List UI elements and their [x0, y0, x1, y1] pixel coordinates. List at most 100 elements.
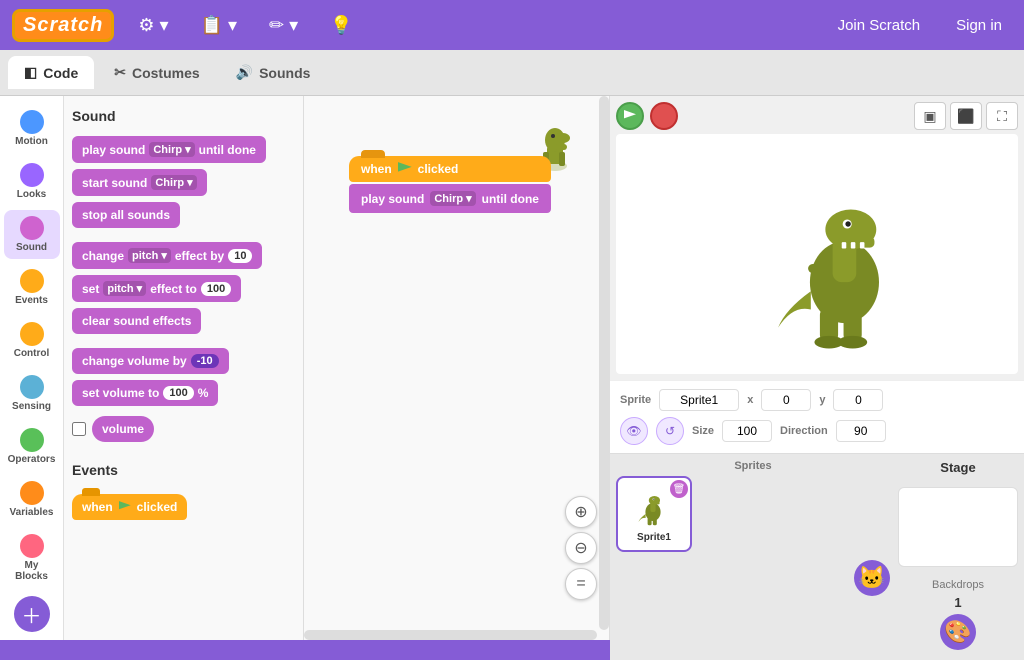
when-text: when — [82, 500, 113, 514]
set-pitch-block[interactable]: set pitch ▾ effect to 100 — [72, 275, 241, 302]
sensing-dot — [20, 375, 44, 399]
sprite-delete-button[interactable]: 🗑 — [670, 480, 688, 498]
direction-label: Direction — [780, 425, 828, 437]
sidebar-label-operators: Operators — [8, 454, 56, 465]
sidebar-item-sound[interactable]: Sound — [4, 210, 60, 259]
play-sound-script-block[interactable]: play sound Chirp ▾ until done — [349, 184, 551, 213]
change-pitch-block[interactable]: change pitch ▾ effect by 10 — [72, 242, 262, 269]
events-dot — [20, 269, 44, 293]
v-scrollbar[interactable] — [599, 96, 609, 630]
sprite-name-row: Sprite x y — [620, 389, 1014, 411]
block-text-set-vol: set volume to — [82, 386, 159, 400]
sprite1-thumb[interactable]: 🗑 — [616, 476, 692, 552]
sprite-direction-input[interactable] — [836, 420, 886, 442]
rotate-button[interactable]: ↺ — [656, 417, 684, 445]
sprite-y-input[interactable] — [833, 389, 883, 411]
tab-code[interactable]: ◧ Code — [8, 56, 94, 89]
fullscreen-button[interactable]: ⛶ — [986, 102, 1018, 130]
sidebar-item-variables[interactable]: Variables — [4, 475, 60, 524]
sprite-thumb-icon — [632, 486, 676, 530]
stage-section: ▣ ⬛ ⛶ — [609, 96, 1024, 640]
volume-reporter-label: volume — [102, 422, 144, 436]
when-flag-clicked-hat[interactable]: when clicked — [349, 156, 551, 182]
sidebar-item-looks[interactable]: Looks — [4, 157, 60, 206]
volume-change-value[interactable]: -10 — [191, 354, 219, 368]
code-area[interactable]: when clicked play sound Chirp ▾ until do… — [304, 96, 609, 640]
code-tab-label: Code — [43, 65, 78, 81]
main-area: Motion Looks Sound Events Control Sensin… — [0, 96, 1024, 640]
sidebar-label-variables: Variables — [10, 507, 54, 518]
block-text-change-vol: change volume by — [82, 354, 187, 368]
edit-button[interactable]: ✏ ▾ — [261, 11, 306, 40]
tab-bar: ◧ Code ✂ Costumes 🔊 Sounds — [0, 50, 1024, 96]
block-text-until-done: until done — [199, 143, 256, 157]
sidebar-item-operators[interactable]: Operators — [4, 422, 60, 471]
sidebar-item-myblocks[interactable]: My Blocks — [4, 528, 60, 588]
play-text: play sound — [361, 192, 424, 206]
fit-screen-button[interactable]: = — [565, 568, 597, 600]
stage-view-buttons: ▣ ⬛ ⛶ — [914, 102, 1018, 130]
volume-value[interactable]: 100 — [163, 386, 193, 400]
sprite-size-row: 👁 ↺ Size Direction — [620, 417, 1014, 445]
sidebar-item-events[interactable]: Events — [4, 263, 60, 312]
zoom-out-button[interactable]: ⊖ — [565, 532, 597, 564]
join-scratch-button[interactable]: Join Scratch — [828, 13, 931, 38]
size-label: Size — [692, 425, 714, 437]
show-sprite-button[interactable]: 👁 — [620, 417, 648, 445]
block-text-set: set — [82, 282, 99, 296]
chirp-dropdown-2[interactable]: Chirp ▾ — [151, 175, 196, 190]
tutorials-button[interactable]: 📋 ▾ — [193, 11, 245, 40]
pitch-dropdown-1[interactable]: pitch ▾ — [128, 248, 171, 263]
code-tab-icon: ◧ — [24, 64, 37, 81]
add-sprite-button[interactable]: 🐱 — [854, 560, 890, 596]
h-scrollbar[interactable] — [304, 630, 597, 640]
zoom-in-button[interactable]: ⊕ — [565, 496, 597, 528]
clear-sound-effects-block[interactable]: clear sound effects — [72, 308, 201, 334]
sidebar-item-sensing[interactable]: Sensing — [4, 369, 60, 418]
green-flag-button[interactable] — [616, 102, 644, 130]
flag-icon — [119, 501, 131, 513]
large-stage-button[interactable]: ⬛ — [950, 102, 982, 130]
block-text-play: play sound — [82, 143, 145, 157]
sidebar-item-control[interactable]: Control — [4, 316, 60, 365]
x-label: x — [747, 394, 753, 406]
pitch-dropdown-2[interactable]: pitch ▾ — [103, 281, 146, 296]
sidebar-label-looks: Looks — [17, 189, 46, 200]
sign-in-button[interactable]: Sign in — [946, 13, 1012, 38]
set-volume-block[interactable]: set volume to 100 % — [72, 380, 218, 406]
blocks-panel: Sound play sound Chirp ▾ until done star… — [64, 96, 304, 640]
stop-button[interactable] — [650, 102, 678, 130]
script-chirp-dropdown[interactable]: Chirp ▾ — [430, 191, 475, 206]
sprite-x-input[interactable] — [761, 389, 811, 411]
pitch-value-2[interactable]: 100 — [201, 282, 231, 296]
add-backdrop-button[interactable]: 🎨 — [940, 614, 976, 650]
add-extension-button[interactable]: ＋ — [14, 596, 50, 632]
sidebar-item-motion[interactable]: Motion — [4, 104, 60, 153]
lightbulb-button[interactable]: 💡 — [322, 11, 360, 40]
play-sound-until-done-block[interactable]: play sound Chirp ▾ until done — [72, 136, 266, 163]
start-sound-block[interactable]: start sound Chirp ▾ — [72, 169, 207, 196]
small-stage-button[interactable]: ▣ — [914, 102, 946, 130]
volume-reporter-block[interactable]: volume — [92, 416, 154, 442]
stop-all-sounds-block[interactable]: stop all sounds — [72, 202, 180, 228]
trex-sprite — [769, 164, 929, 364]
settings-button[interactable]: ⚙ ▾ — [130, 11, 176, 40]
tab-sounds[interactable]: 🔊 Sounds — [220, 56, 327, 89]
sprite-properties: Sprite x y 👁 ↺ Size Direction — [610, 380, 1024, 453]
tab-costumes[interactable]: ✂ Costumes — [98, 56, 215, 89]
pitch-value[interactable]: 10 — [228, 249, 252, 263]
script-flag-icon — [398, 162, 412, 176]
when-flag-clicked-block[interactable]: when clicked — [72, 494, 187, 520]
events-category-title: Events — [72, 458, 295, 482]
sprite-name-input[interactable] — [659, 389, 739, 411]
myblocks-dot — [20, 534, 44, 558]
until-done-text: until done — [482, 192, 539, 206]
chirp-dropdown-1[interactable]: Chirp ▾ — [149, 142, 194, 157]
stage-canvas-container: ▣ ⬛ ⛶ — [610, 96, 1024, 380]
sprite-size-input[interactable] — [722, 420, 772, 442]
volume-checkbox[interactable] — [72, 422, 86, 436]
stage-panel: Stage Backdrops 1 🎨 — [898, 460, 1018, 654]
stage-mini-preview[interactable] — [898, 487, 1018, 567]
change-volume-block[interactable]: change volume by -10 — [72, 348, 229, 374]
top-nav: Scratch ⚙ ▾ 📋 ▾ ✏ ▾ 💡 Join Scratch Sign … — [0, 0, 1024, 50]
